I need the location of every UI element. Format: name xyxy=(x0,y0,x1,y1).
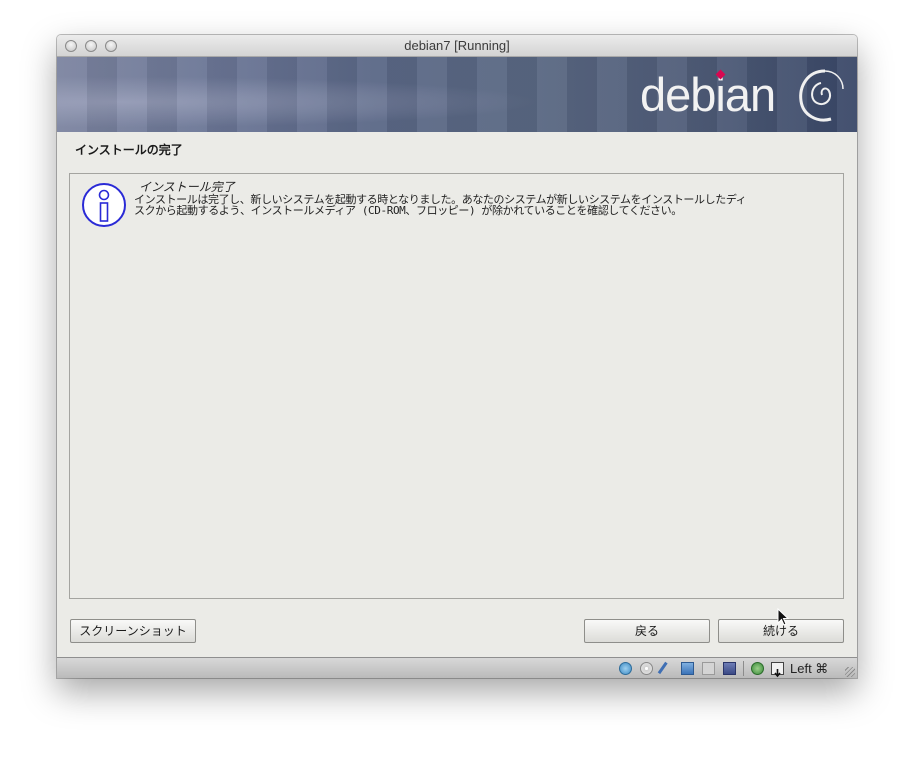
mouse-integration-icon[interactable] xyxy=(771,662,784,678)
debian-banner: debian xyxy=(57,57,857,132)
mouse-pointer-icon xyxy=(777,608,790,626)
screenshot-button[interactable]: スクリーンショット xyxy=(70,619,196,643)
vm-status-bar: Left ⌘ xyxy=(57,657,857,678)
message-panel: インストール完了 インストールは完了し、新しいシステムを起動する時となりました。… xyxy=(69,173,844,599)
window-title: debian7 [Running] xyxy=(404,38,510,53)
resize-grip[interactable] xyxy=(845,667,855,677)
info-icon xyxy=(82,183,126,227)
network-icon[interactable] xyxy=(681,662,694,675)
title-bar[interactable]: debian7 [Running] xyxy=(57,35,857,57)
page-title: インストールの完了 xyxy=(75,143,183,157)
usb-icon[interactable] xyxy=(657,661,670,676)
hard-disk-icon[interactable] xyxy=(619,662,632,675)
status-separator xyxy=(743,661,744,676)
host-key-label: Left ⌘ xyxy=(790,661,829,676)
shared-folder-icon[interactable] xyxy=(702,662,715,675)
message-body-line-2: スクから起動するよう、インストールメディア (CD-ROM、フロッピー) が除か… xyxy=(134,204,682,217)
display-icon[interactable] xyxy=(723,662,736,675)
capture-icon[interactable] xyxy=(751,662,764,675)
debian-swirl-icon xyxy=(799,69,844,122)
debian-logo: debian xyxy=(640,68,776,121)
vm-window: debian7 [Running] debian インストールの完了 インストー… xyxy=(57,35,857,678)
back-button[interactable]: 戻る xyxy=(584,619,710,643)
optical-drive-icon[interactable] xyxy=(640,662,653,675)
message-body: インストールは完了し、新しいシステムを起動する時となりました。あなたのシステムが… xyxy=(134,194,834,216)
